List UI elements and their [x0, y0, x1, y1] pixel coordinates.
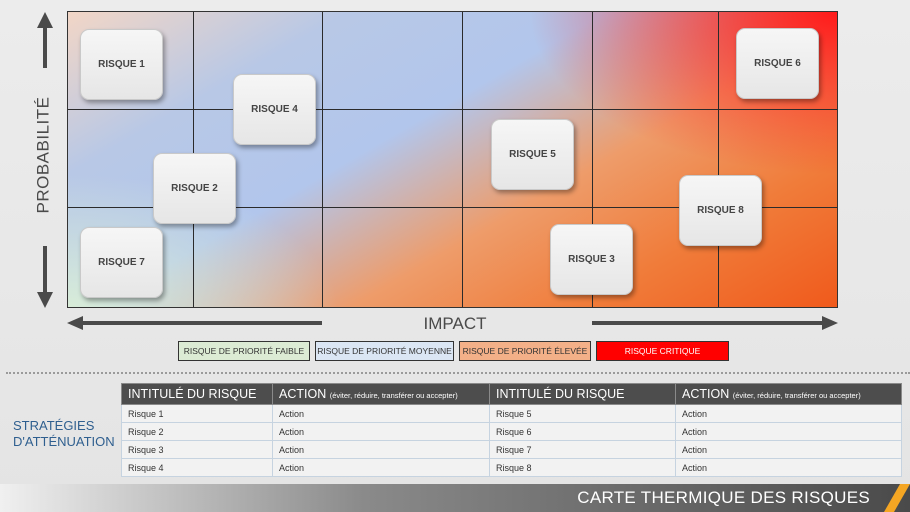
legend-medium-priority: RISQUE DE PRIORITÉ MOYENNE	[315, 341, 454, 361]
legend-low-priority: RISQUE DE PRIORITÉ FAIBLE	[178, 341, 310, 361]
strategies-table: INTITULÉ DU RISQUE ACTION (éviter, rédui…	[121, 383, 902, 477]
table-row: Risque 4 Action Risque 8 Action	[121, 458, 902, 477]
legend-high-priority: RISQUE DE PRIORITÉ ÉLEVÉE	[459, 341, 591, 361]
section-divider	[6, 372, 910, 374]
table-cell[interactable]: Action	[272, 404, 490, 423]
arrow-left-head	[67, 316, 83, 330]
legend-critical: RISQUE CRITIQUE	[596, 341, 729, 361]
col-header-title: INTITULÉ DU RISQUE	[121, 383, 273, 405]
table-cell[interactable]: Action	[675, 404, 902, 423]
x-axis-label: IMPACT	[423, 314, 487, 333]
table-header-row: INTITULÉ DU RISQUE ACTION (éviter, rédui…	[121, 383, 902, 405]
table-cell[interactable]: Risque 1	[121, 404, 273, 423]
y-axis-label: PROBABILITÉ	[33, 96, 53, 214]
table-cell[interactable]: Risque 5	[489, 404, 676, 423]
table-cell[interactable]: Risque 8	[489, 458, 676, 477]
table-cell[interactable]: Action	[675, 440, 902, 459]
table-cell[interactable]: Action	[675, 422, 902, 441]
col-header-title: INTITULÉ DU RISQUE	[489, 383, 676, 405]
table-cell[interactable]: Risque 4	[121, 458, 273, 477]
table-cell[interactable]: Action	[272, 458, 490, 477]
arrow-up-head	[37, 12, 53, 28]
table-cell[interactable]: Action	[272, 422, 490, 441]
footer-bar: CARTE THERMIQUE DES RISQUES	[0, 484, 910, 512]
table-cell[interactable]: Risque 6	[489, 422, 676, 441]
table-cell[interactable]: Risque 2	[121, 422, 273, 441]
table-cell[interactable]: Risque 7	[489, 440, 676, 459]
table-cell[interactable]: Action	[272, 440, 490, 459]
col-header-action: ACTION (éviter, réduire, transférer ou a…	[272, 383, 490, 405]
arrow-down-head	[37, 292, 53, 308]
axis-arrows	[37, 12, 838, 330]
table-row: Risque 2 Action Risque 6 Action	[121, 422, 902, 441]
table-row: Risque 3 Action Risque 7 Action	[121, 440, 902, 459]
col-header-action: ACTION (éviter, réduire, transférer ou a…	[675, 383, 902, 405]
strategies-label: STRATÉGIES D'ATTÉNUATION	[13, 418, 115, 449]
table-row: Risque 1 Action Risque 5 Action	[121, 404, 902, 423]
arrow-right-head	[822, 316, 838, 330]
accent-stripe-icon	[884, 484, 910, 512]
table-cell[interactable]: Action	[675, 458, 902, 477]
page-title: CARTE THERMIQUE DES RISQUES	[577, 488, 870, 507]
table-cell[interactable]: Risque 3	[121, 440, 273, 459]
